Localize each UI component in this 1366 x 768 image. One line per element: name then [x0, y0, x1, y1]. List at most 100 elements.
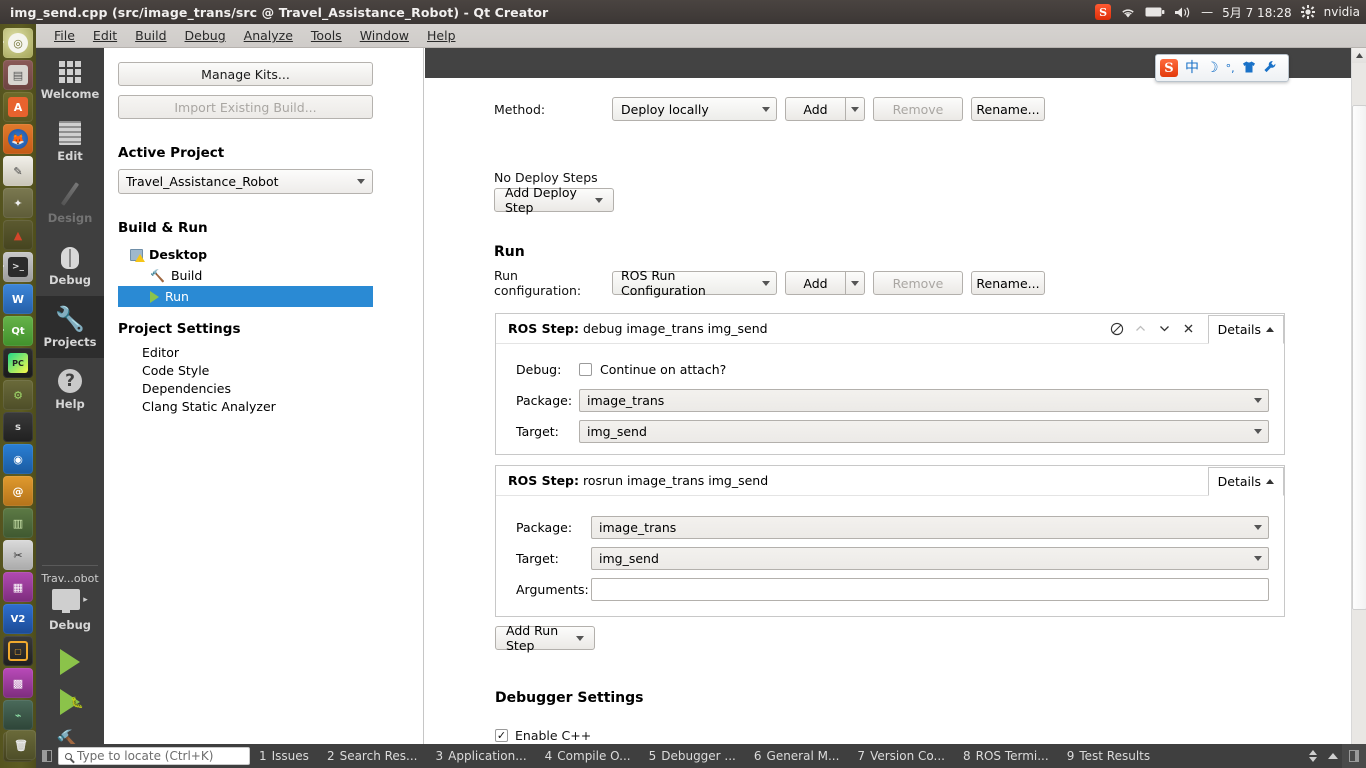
rosrun-arguments-input[interactable] — [591, 577, 1269, 601]
output-tab-general-messages[interactable]: 6 General M... — [745, 744, 849, 768]
run-add-split-button[interactable]: Add — [785, 271, 865, 295]
enable-cpp-checkbox[interactable]: ✓ — [495, 729, 508, 742]
launcher-app21-icon[interactable]: ▩ — [3, 668, 33, 698]
mode-projects[interactable]: 🔧 Projects — [36, 296, 104, 358]
launcher-app16-icon[interactable]: ▥ — [3, 508, 33, 538]
sogou-language-toggle[interactable]: 中 — [1185, 61, 1199, 75]
tree-kit-desktop[interactable]: Desktop — [118, 244, 409, 265]
manage-kits-button[interactable]: Manage Kits... — [118, 62, 373, 86]
menu-file[interactable]: File — [46, 25, 83, 46]
launcher-monitor-icon[interactable]: ⌁ — [3, 700, 33, 730]
vertical-scrollbar[interactable] — [1351, 48, 1366, 768]
launcher-app17-icon[interactable]: ✂ — [3, 540, 33, 570]
deploy-rename-button[interactable]: Rename... — [971, 97, 1045, 121]
output-tab-debugger-console[interactable]: 5 Debugger ... — [640, 744, 745, 768]
active-project-combo[interactable]: Travel_Assistance_Robot — [118, 169, 373, 194]
disable-step-icon[interactable] — [1106, 318, 1128, 340]
menu-help[interactable]: Help — [419, 25, 464, 46]
launcher-vlc-icon[interactable]: V2 — [3, 604, 33, 634]
run-add-dropdown[interactable] — [845, 271, 865, 295]
launcher-trash-icon[interactable]: 🗑 — [6, 730, 36, 760]
launcher-texteditor-icon[interactable]: ✎ — [3, 156, 33, 186]
tree-item-build[interactable]: 🔨 Build — [118, 265, 409, 286]
rosrun-package-combo[interactable]: image_trans — [591, 515, 1269, 539]
scroll-thumb[interactable] — [1352, 105, 1366, 610]
output-tab-search-results[interactable]: 2 Search Res... — [318, 744, 427, 768]
menu-window[interactable]: Window — [352, 25, 417, 46]
menu-debug[interactable]: Debug — [177, 25, 234, 46]
launcher-qtcreator-icon[interactable]: Qt — [3, 316, 33, 346]
sogou-settings-wrench-icon[interactable] — [1263, 60, 1277, 77]
menu-edit[interactable]: Edit — [85, 25, 125, 46]
kit-target-row[interactable]: ▸ — [36, 589, 104, 613]
mode-design[interactable]: Design — [36, 172, 104, 234]
volume-icon[interactable] — [1174, 0, 1192, 24]
wifi-icon[interactable] — [1120, 0, 1136, 24]
launcher-dash-icon[interactable]: ◎ — [3, 28, 33, 58]
deploy-add-dropdown[interactable] — [845, 97, 865, 121]
ros-step-debug-details-toggle[interactable]: Details — [1207, 315, 1284, 344]
tray-sogou-icon[interactable]: S — [1095, 0, 1112, 24]
mode-welcome[interactable]: Welcome — [36, 48, 104, 110]
clock[interactable]: 5月 7 18:28 — [1222, 0, 1291, 24]
settings-link-dependencies[interactable]: Dependencies — [118, 381, 409, 399]
launcher-app18-icon[interactable]: ▦ — [3, 572, 33, 602]
output-tab-version-control[interactable]: 7 Version Co... — [848, 744, 954, 768]
right-sidebar-toggle-button[interactable] — [1342, 744, 1366, 768]
move-down-icon[interactable] — [1154, 318, 1176, 340]
rosrun-target-combo[interactable]: img_send — [591, 546, 1269, 570]
add-run-step-button[interactable]: Add Run Step — [495, 623, 595, 653]
continue-on-attach-checkbox[interactable] — [579, 362, 592, 376]
launcher-firefox-icon[interactable]: 🦊 — [3, 124, 33, 154]
settings-link-code-style[interactable]: Code Style — [118, 363, 409, 381]
mode-help[interactable]: ? Help — [36, 358, 104, 420]
launcher-app20-icon[interactable]: ▢ — [3, 636, 33, 666]
menu-tools[interactable]: Tools — [303, 25, 350, 46]
launcher-app15-icon[interactable]: @ — [3, 476, 33, 506]
debug-button[interactable]: 🐛 — [36, 682, 104, 722]
scroll-track-bottom[interactable] — [1352, 610, 1366, 753]
sogou-moon-icon[interactable]: ☽ — [1206, 61, 1219, 75]
sogou-logo-icon[interactable]: S — [1160, 59, 1178, 77]
launcher-wps-icon[interactable]: W — [3, 284, 33, 314]
launcher-files-icon[interactable]: ▤ — [3, 60, 33, 90]
kit-selector[interactable]: Trav...obot ▸ Debug 🐛 🔨 — [36, 565, 104, 768]
launcher-app6-icon[interactable]: ✦ — [3, 188, 33, 218]
settings-link-editor[interactable]: Editor — [118, 345, 409, 363]
deploy-add-button[interactable]: Add — [785, 97, 845, 121]
output-tab-ros-terminal[interactable]: 8 ROS Termi... — [954, 744, 1058, 768]
tree-item-run[interactable]: Run — [118, 286, 373, 307]
scroll-track-top[interactable] — [1352, 63, 1366, 105]
launcher-settings-icon[interactable]: ⚙ — [3, 380, 33, 410]
launcher-app14-icon[interactable]: ◉ — [3, 444, 33, 474]
run-rename-button[interactable]: Rename... — [971, 271, 1045, 295]
launcher-software-icon[interactable]: A — [3, 92, 33, 122]
scroll-up-arrow[interactable] — [1352, 48, 1366, 63]
add-deploy-step-button[interactable]: Add Deploy Step — [494, 185, 614, 215]
ros-step-rosrun-details-toggle[interactable]: Details — [1207, 467, 1284, 496]
mode-debug[interactable]: Debug — [36, 234, 104, 296]
launcher-app13-icon[interactable]: s — [3, 412, 33, 442]
output-pane-nav[interactable] — [1302, 750, 1324, 762]
locator-input[interactable]: Type to locate (Ctrl+K) — [58, 747, 250, 765]
mode-edit[interactable]: Edit — [36, 110, 104, 172]
launcher-matlab-icon[interactable]: ▲ — [3, 220, 33, 250]
run-button[interactable] — [36, 642, 104, 682]
sidebar-toggle-button[interactable] — [36, 744, 58, 768]
battery-icon[interactable] — [1145, 0, 1165, 24]
nvidia-gear-icon[interactable] — [1300, 0, 1315, 24]
output-tab-issues[interactable]: 1 Issues — [250, 744, 318, 768]
output-tab-test-results[interactable]: 9 Test Results — [1058, 744, 1159, 768]
run-config-combo[interactable]: ROS Run Configuration — [612, 268, 777, 298]
maximize-output-pane-button[interactable] — [1324, 744, 1342, 768]
output-tab-compile-output[interactable]: 4 Compile O... — [536, 744, 640, 768]
deploy-method-combo[interactable]: Deploy locally — [612, 97, 777, 121]
menu-analyze[interactable]: Analyze — [236, 25, 301, 46]
close-icon[interactable] — [1178, 318, 1200, 340]
debug-package-combo[interactable]: image_trans — [579, 388, 1269, 412]
launcher-pycharm-icon[interactable]: PC — [3, 348, 33, 378]
deploy-add-split-button[interactable]: Add — [785, 97, 865, 121]
output-tab-application-output[interactable]: 3 Application... — [427, 744, 536, 768]
run-add-button[interactable]: Add — [785, 271, 845, 295]
launcher-terminal-icon[interactable]: >_ — [3, 252, 33, 282]
